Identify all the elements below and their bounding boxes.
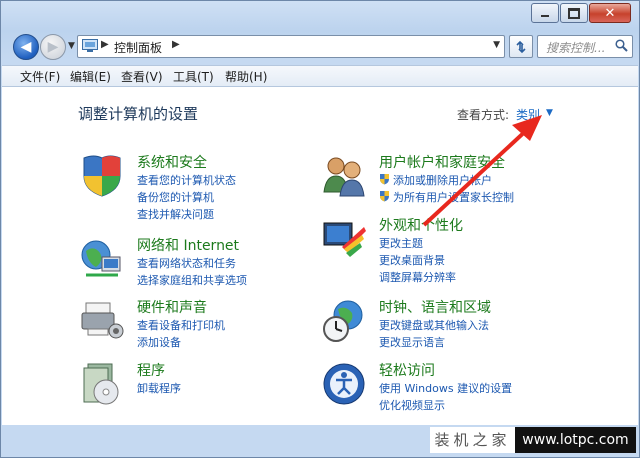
link-find-fix-problems[interactable]: 查找并解决问题 xyxy=(137,206,214,222)
category-title[interactable]: 系统和安全 xyxy=(137,152,207,172)
appearance-icon[interactable] xyxy=(322,217,366,261)
watermark-url: www.lotpc.com xyxy=(515,427,636,453)
forward-button[interactable]: ▶ xyxy=(40,34,66,60)
uac-shield-icon xyxy=(380,191,389,202)
category-title[interactable]: 程序 xyxy=(137,360,165,380)
breadcrumb-chevron-icon[interactable]: ▶ xyxy=(172,39,180,50)
clock-language-icon[interactable] xyxy=(322,299,366,343)
menu-bar: 文件(F) 编辑(E) 查看(V) 工具(T) 帮助(H) xyxy=(2,65,638,87)
window-controls: ✕ xyxy=(530,3,631,23)
link-change-theme[interactable]: 更改主题 xyxy=(379,235,423,251)
search-icon[interactable] xyxy=(615,39,628,52)
page-title: 调整计算机的设置 xyxy=(78,105,199,123)
link-add-device[interactable]: 添加设备 xyxy=(137,334,181,350)
category-title[interactable]: 时钟、语言和区域 xyxy=(379,297,491,317)
recent-pages-dropdown[interactable]: ▼ xyxy=(68,41,75,51)
category-title[interactable]: 硬件和声音 xyxy=(137,297,207,317)
link-uninstall-program[interactable]: 卸载程序 xyxy=(137,380,181,396)
view-by-dropdown-arrow-icon[interactable]: ▼ xyxy=(546,108,553,118)
view-by-dropdown[interactable]: 类别 xyxy=(516,106,540,123)
view-by-label: 查看方式: xyxy=(457,108,510,122)
menu-help[interactable]: 帮助(H) xyxy=(225,68,267,85)
link-windows-recommended-settings[interactable]: 使用 Windows 建议的设置 xyxy=(379,380,512,396)
link-homegroup-sharing[interactable]: 选择家庭组和共享选项 xyxy=(137,272,247,288)
navigation-bar: ◀ ▶ ▼ ▶ 控制面板 ▶ ▼ 搜索控制... xyxy=(9,32,633,62)
system-security-icon[interactable] xyxy=(80,154,124,198)
search-placeholder: 搜索控制... xyxy=(546,41,606,55)
maximize-icon xyxy=(568,7,580,19)
network-icon[interactable] xyxy=(80,237,124,281)
link-change-keyboard[interactable]: 更改键盘或其他输入法 xyxy=(379,317,489,333)
category-title[interactable]: 网络和 Internet xyxy=(137,235,239,255)
category-title[interactable]: 外观和个性化 xyxy=(379,215,463,235)
address-dropdown-icon[interactable]: ▼ xyxy=(493,40,500,50)
link-add-remove-accounts[interactable]: 添加或删除用户帐户 xyxy=(379,172,492,188)
link-optimize-video-display[interactable]: 优化视频显示 xyxy=(379,397,445,413)
control-panel-window: ✕ ◀ ▶ ▼ ▶ 控制面板 ▶ ▼ 搜索控制... 文件(F) 编辑(E) 查… xyxy=(0,0,640,458)
watermark: 装机之家 www.lotpc.com xyxy=(430,427,636,453)
link-devices-printers[interactable]: 查看设备和打印机 xyxy=(137,317,225,333)
link-change-desktop-background[interactable]: 更改桌面背景 xyxy=(379,252,445,268)
minimize-button[interactable] xyxy=(531,3,559,23)
close-icon: ✕ xyxy=(604,5,616,21)
user-accounts-icon[interactable] xyxy=(322,154,366,198)
minimize-icon xyxy=(541,15,549,17)
uac-shield-icon xyxy=(380,174,389,185)
link-backup-computer[interactable]: 备份您的计算机 xyxy=(137,189,214,205)
link-parental-controls[interactable]: 为所有用户设置家长控制 xyxy=(379,189,514,205)
link-text: 为所有用户设置家长控制 xyxy=(393,191,514,204)
maximize-button[interactable] xyxy=(560,3,588,23)
refresh-button[interactable] xyxy=(509,35,533,58)
link-adjust-resolution[interactable]: 调整屏幕分辨率 xyxy=(379,269,456,285)
watermark-site-name: 装机之家 xyxy=(430,427,515,453)
category-title[interactable]: 用户帐户和家庭安全 xyxy=(379,152,505,172)
programs-icon[interactable] xyxy=(80,362,124,406)
back-button[interactable]: ◀ xyxy=(13,34,39,60)
breadcrumb-chevron-icon[interactable]: ▶ xyxy=(101,39,109,50)
link-network-status[interactable]: 查看网络状态和任务 xyxy=(137,255,236,271)
menu-tools[interactable]: 工具(T) xyxy=(173,68,214,85)
back-arrow-icon: ◀ xyxy=(20,39,32,55)
category-title[interactable]: 轻松访问 xyxy=(379,360,435,380)
breadcrumb-control-panel[interactable]: 控制面板 xyxy=(114,39,162,56)
content-area: 调整计算机的设置 查看方式: 类别 ▼ 系统和安全 查看您的计算机状态 备份您的… xyxy=(2,87,638,425)
forward-arrow-icon: ▶ xyxy=(47,39,59,55)
link-view-computer-status[interactable]: 查看您的计算机状态 xyxy=(137,172,236,188)
search-box[interactable]: 搜索控制... xyxy=(537,35,633,58)
address-bar[interactable]: ▶ 控制面板 ▶ ▼ xyxy=(77,35,505,58)
menu-view[interactable]: 查看(V) xyxy=(121,68,163,85)
refresh-icon xyxy=(516,40,526,53)
close-button[interactable]: ✕ xyxy=(589,3,631,23)
link-text: 添加或删除用户帐户 xyxy=(393,174,492,187)
ease-of-access-icon[interactable] xyxy=(322,362,366,406)
control-panel-icon xyxy=(82,39,98,52)
link-change-display-language[interactable]: 更改显示语言 xyxy=(379,334,445,350)
menu-file[interactable]: 文件(F) xyxy=(20,68,60,85)
hardware-sound-icon[interactable] xyxy=(80,299,124,343)
menu-edit[interactable]: 编辑(E) xyxy=(70,68,111,85)
